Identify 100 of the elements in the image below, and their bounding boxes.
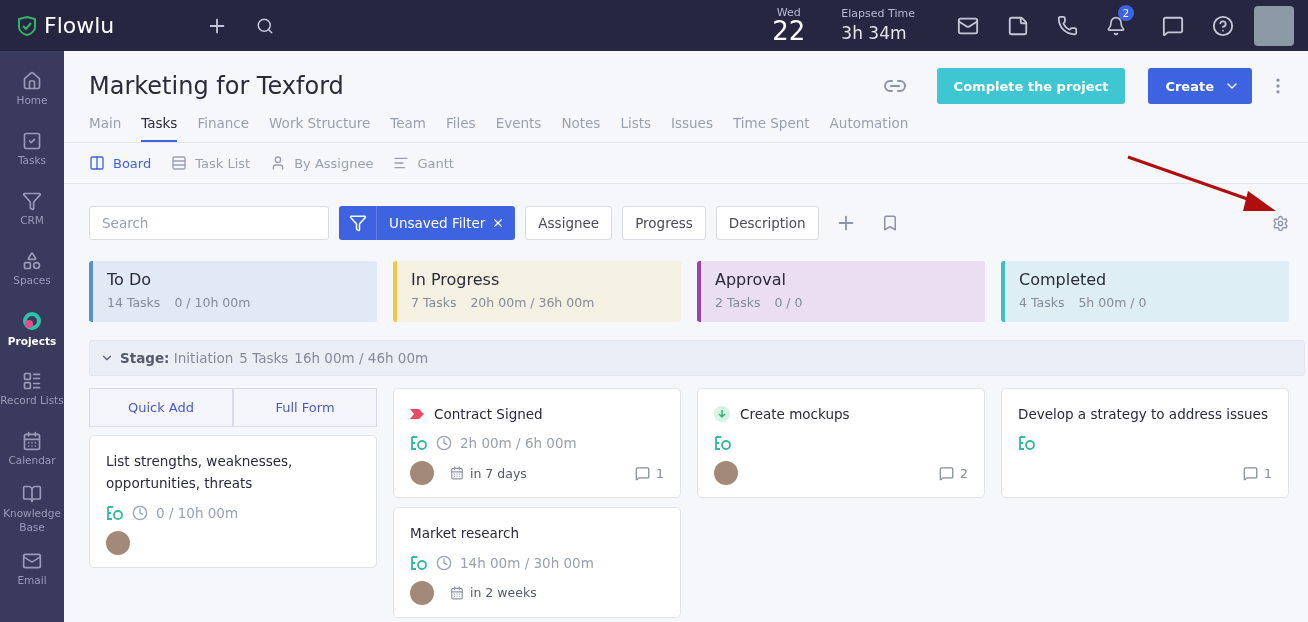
project-tab[interactable]: Finance [197,115,250,142]
task-time: 14h 00m / 30h 00m [460,554,594,571]
sidebar-icon [22,250,42,271]
sidebar-item[interactable]: Calendar [0,419,64,479]
stage-time: 20h 00m / 36h 00m [470,295,595,310]
task-title: Develop a strategy to address issues [1018,405,1268,424]
sidebar-icon [22,70,42,91]
task-count: 4 Tasks [1019,295,1065,310]
elapsed-label: Elapsed Time [841,7,915,21]
filter-button[interactable]: Unsaved Filter [339,206,516,240]
sidebar-item[interactable]: Email [0,539,64,599]
task-count: 14 Tasks [107,295,161,310]
stage-time: 0 / 10h 00m [174,295,251,310]
group-label: Stage: Initiation [120,350,234,366]
sidebar-item[interactable]: Home [0,59,64,119]
project-tab[interactable]: Main [89,115,122,142]
project-tab[interactable]: Lists [620,115,651,142]
chat-icon[interactable] [1162,14,1184,37]
stage-name: Completed [1019,270,1108,289]
project-tab[interactable]: Automation [829,115,909,142]
due-date: in 7 days [470,465,527,481]
sidebar-item[interactable]: Spaces [0,239,64,299]
task-card[interactable]: Market research 14h 00m / 30h 00m in 2 weeks [393,507,681,618]
task-card[interactable]: Contract Signed 2h 00m / 6h 00m in 7 days 1 [393,388,681,499]
logo-text: Flowlu [44,13,115,38]
clock-icon [436,435,452,452]
comment-count: 2 [960,465,968,481]
ring-icon [21,309,43,332]
help-icon[interactable] [1212,14,1234,37]
stage-time: 5h 00m / 0 [1078,295,1147,310]
weekday: Wed [776,7,801,18]
elapsed-time: 3h 34m [841,23,908,44]
sidebar-item[interactable]: Projects [0,299,64,359]
task-card[interactable]: Develop a strategy to address issues 1 [1001,388,1289,499]
quick-add-button[interactable]: Full Form [233,388,377,427]
sidebar-icon [22,190,42,211]
task-title: Create mockups [740,405,850,424]
comment-count: 1 [1264,465,1272,481]
project-title: Marketing for Texford [89,72,344,100]
task-time: 2h 00m / 6h 00m [460,435,577,452]
bell-icon[interactable] [1106,15,1126,36]
filter-chip[interactable]: Progress [622,206,706,240]
avatar[interactable] [1254,5,1294,46]
filter-chip[interactable]: Description [715,206,819,240]
group-time: 16h 00m / 46h 00m [294,350,429,366]
clock-icon [436,554,452,571]
sidebar-icon [22,430,42,451]
project-tab[interactable]: Notes [561,115,601,142]
phone-icon[interactable] [1057,15,1078,36]
task-count: 2 Tasks [715,295,761,310]
project-tab[interactable]: Events [495,115,542,142]
due-date: in 2 weeks [470,585,537,601]
stage-name: Approval [715,270,787,289]
sidebar-item[interactable]: CRM [0,179,64,239]
task-count: 7 Tasks [411,295,457,310]
board-view-icon [89,155,105,171]
task-title: List strengths, weaknesses, opportunities, threats [106,452,294,494]
quick-add-button[interactable]: Quick Add [89,388,233,427]
calendar-icon [450,466,464,481]
view-tab[interactable]: Gantt [393,155,454,171]
settings-icon[interactable] [1272,214,1289,232]
project-tab[interactable]: Tasks [141,115,178,142]
project-tab[interactable]: Issues [671,115,713,142]
project-tab[interactable]: Time Spent [732,115,810,142]
group-task-count: 5 Tasks [239,350,289,366]
sidebar-icon [22,370,42,391]
view-tab[interactable]: Board [89,155,152,171]
stage-name: In Progress [411,270,501,289]
sidebar-item[interactable]: Knowledge Base [0,479,64,539]
gantt-view-icon [393,155,410,171]
search-field[interactable]: Search [89,206,329,240]
search-icon[interactable] [256,16,275,35]
sidebar-icon [22,483,42,504]
note-icon[interactable] [1007,14,1029,37]
task-time: 0 / 10h 00m [156,504,239,521]
view-tab[interactable]: By Assignee [270,155,374,171]
project-tab[interactable]: Team [390,115,427,142]
funnel-icon [348,214,367,232]
calendar-icon [450,585,464,600]
view-tab[interactable]: Task List [171,155,251,171]
sidebar-item[interactable]: Tasks [0,119,64,179]
stage-name: To Do [107,270,153,289]
project-tab[interactable]: Work Structure [269,115,371,142]
project-tab[interactable]: Files [446,115,476,142]
sidebar-item[interactable]: Record Lists [0,359,64,419]
date: 22 [772,18,806,44]
task-card[interactable]: Create mockups 2 [697,388,985,499]
chevron-tag-icon [410,409,424,420]
comment-count: 1 [656,465,664,481]
clock-icon [132,504,148,521]
comment-icon [939,465,955,481]
stage-group-bar[interactable]: Stage: Initiation 5 Tasks 16h 00m / 46h 00m [89,340,1305,376]
create-button[interactable]: Create [1148,68,1252,104]
filter-chip[interactable]: Assignee [525,206,613,240]
comment-icon [1243,465,1259,481]
stage-time: 0 / 0 [774,295,803,310]
comment-icon [635,465,651,481]
task-card[interactable]: List strengths, weaknesses, opportunities, threats 0 / 10h 00m [89,435,377,568]
task-title: Contract Signed [434,405,543,424]
sidebar-icon [22,130,42,151]
